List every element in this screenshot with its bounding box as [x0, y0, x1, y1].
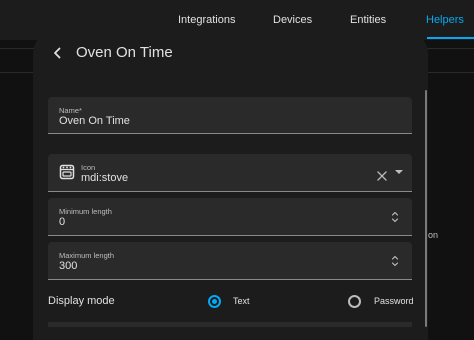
display-mode-label: Display mode — [48, 295, 115, 307]
name-field-value: Oven On Time — [59, 115, 130, 127]
number-stepper-icon[interactable] — [390, 254, 400, 268]
icon-picker-field[interactable]: Icon mdi:stove — [48, 154, 412, 192]
dialog-title: Oven On Time — [76, 44, 173, 61]
display-mode-text-radio[interactable] — [208, 295, 221, 308]
maximum-length-field[interactable]: Maximum length 300 — [48, 242, 412, 280]
name-field[interactable]: Name* Oven On Time — [48, 97, 412, 134]
minimum-length-field[interactable]: Minimum length 0 — [48, 198, 412, 236]
tab-helpers[interactable]: Helpers — [426, 0, 464, 40]
next-field-edge — [48, 322, 412, 327]
active-tab-indicator — [427, 37, 474, 39]
maximum-length-label: Maximum length — [59, 251, 115, 260]
display-mode-password-radio[interactable] — [348, 295, 361, 308]
maximum-length-value: 300 — [59, 260, 78, 272]
minimum-length-label: Minimum length — [59, 207, 112, 216]
icon-field-label: Icon — [81, 163, 96, 172]
dialog-scrollbar[interactable] — [425, 90, 427, 327]
name-field-label: Name* — [59, 106, 82, 115]
back-button[interactable] — [48, 43, 68, 63]
display-mode-text-label[interactable]: Text — [233, 296, 250, 306]
icon-field-value: mdi:stove — [81, 172, 129, 184]
dropdown-caret-icon[interactable] — [395, 170, 403, 174]
stove-icon — [59, 164, 75, 180]
number-stepper-icon[interactable] — [390, 210, 400, 224]
clear-icon[interactable] — [377, 168, 387, 181]
arrow-left-icon — [54, 47, 61, 59]
background-peek-text: on — [428, 230, 439, 240]
display-mode-password-label[interactable]: Password — [374, 296, 414, 306]
minimum-length-value: 0 — [59, 216, 66, 228]
